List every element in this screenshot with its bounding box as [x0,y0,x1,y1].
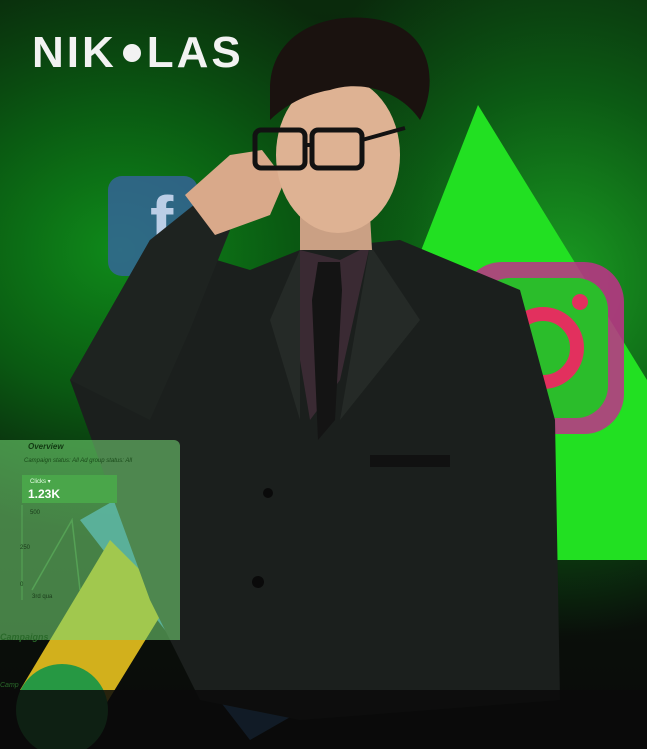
y-tick-0: 0 [20,582,24,588]
brand-logo: NIK LAS [32,28,244,78]
ads-metric-label: Clicks ▾ [30,479,51,485]
ads-metric-value: 1.23K [28,487,61,501]
brand-left: NIK [32,28,117,77]
campaigns-heading: Campaigns [0,632,49,642]
campaigns-footer: Camp [0,682,19,689]
brand-right: LAS [146,28,244,77]
y-tick-250: 250 [20,545,31,551]
ads-panel [0,440,180,640]
hero-banner: f NIK LAS Overview Campaign status: All … [0,0,647,749]
brand-dot-icon [122,44,141,62]
y-tick-500: 500 [30,510,41,516]
ads-tab: Overview [28,442,64,451]
x-axis-label: 3rd qua [32,594,53,600]
ads-filter: Campaign status: All Ad group status: Al… [24,458,133,464]
